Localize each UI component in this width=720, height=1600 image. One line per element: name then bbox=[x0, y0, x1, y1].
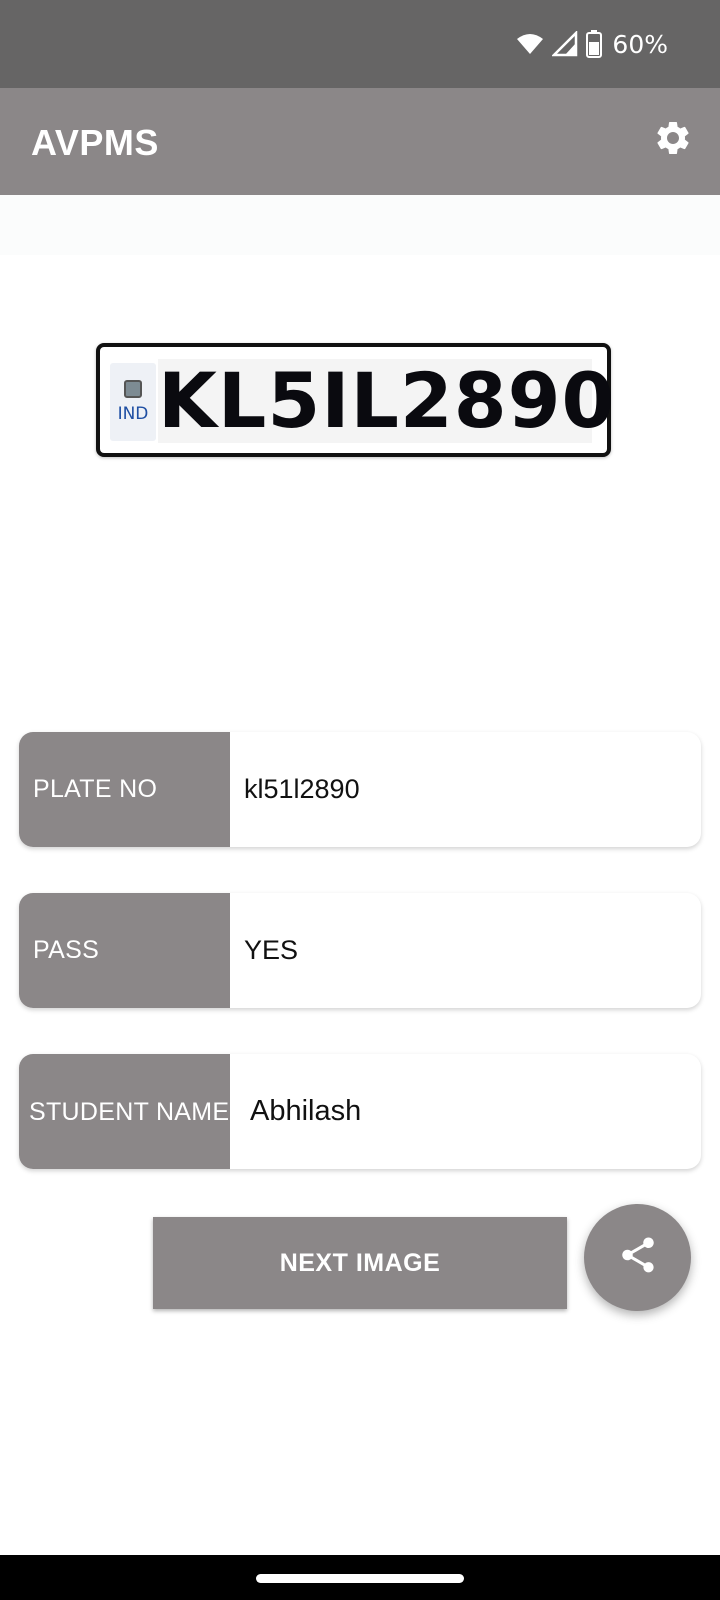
hologram-icon bbox=[124, 380, 142, 398]
plate-country-badge: IND bbox=[110, 363, 156, 441]
navigation-bar bbox=[0, 1555, 720, 1600]
pass-value: YES bbox=[244, 935, 299, 965]
captured-image: IND KL5IL2890 bbox=[0, 195, 720, 715]
battery-percentage: 60% bbox=[612, 29, 668, 59]
share-button[interactable] bbox=[584, 1204, 691, 1311]
plate-no-value: kl51l2890 bbox=[244, 774, 360, 804]
plate-number-text: KL5IL2890 bbox=[158, 356, 616, 445]
plate-country-code: IND bbox=[117, 404, 149, 424]
status-bar: 60% bbox=[0, 0, 720, 88]
plate-no-row: PLATE NO kl51l2890 bbox=[19, 732, 701, 847]
home-gesture-handle[interactable] bbox=[256, 1574, 464, 1583]
battery-icon bbox=[586, 30, 603, 58]
pass-row: PASS YES bbox=[19, 893, 701, 1008]
student-name-label: STUDENT NAME bbox=[19, 1054, 230, 1169]
app-bar: AVPMS bbox=[0, 88, 720, 195]
share-icon bbox=[617, 1234, 659, 1281]
license-plate-image: IND KL5IL2890 bbox=[96, 343, 616, 457]
app-title: AVPMS bbox=[31, 122, 159, 163]
status-icons: 60% bbox=[516, 28, 668, 60]
next-image-button[interactable]: NEXT IMAGE bbox=[153, 1217, 567, 1309]
plate-no-label: PLATE NO bbox=[19, 732, 230, 847]
wifi-icon bbox=[516, 32, 544, 56]
settings-button[interactable] bbox=[651, 118, 695, 162]
student-name-row: STUDENT NAME Abhilash bbox=[19, 1054, 701, 1169]
gear-icon bbox=[653, 118, 693, 163]
pass-label: PASS bbox=[19, 893, 230, 1008]
student-name-value: Abhilash bbox=[250, 1095, 362, 1127]
cellular-signal-icon bbox=[552, 31, 578, 57]
